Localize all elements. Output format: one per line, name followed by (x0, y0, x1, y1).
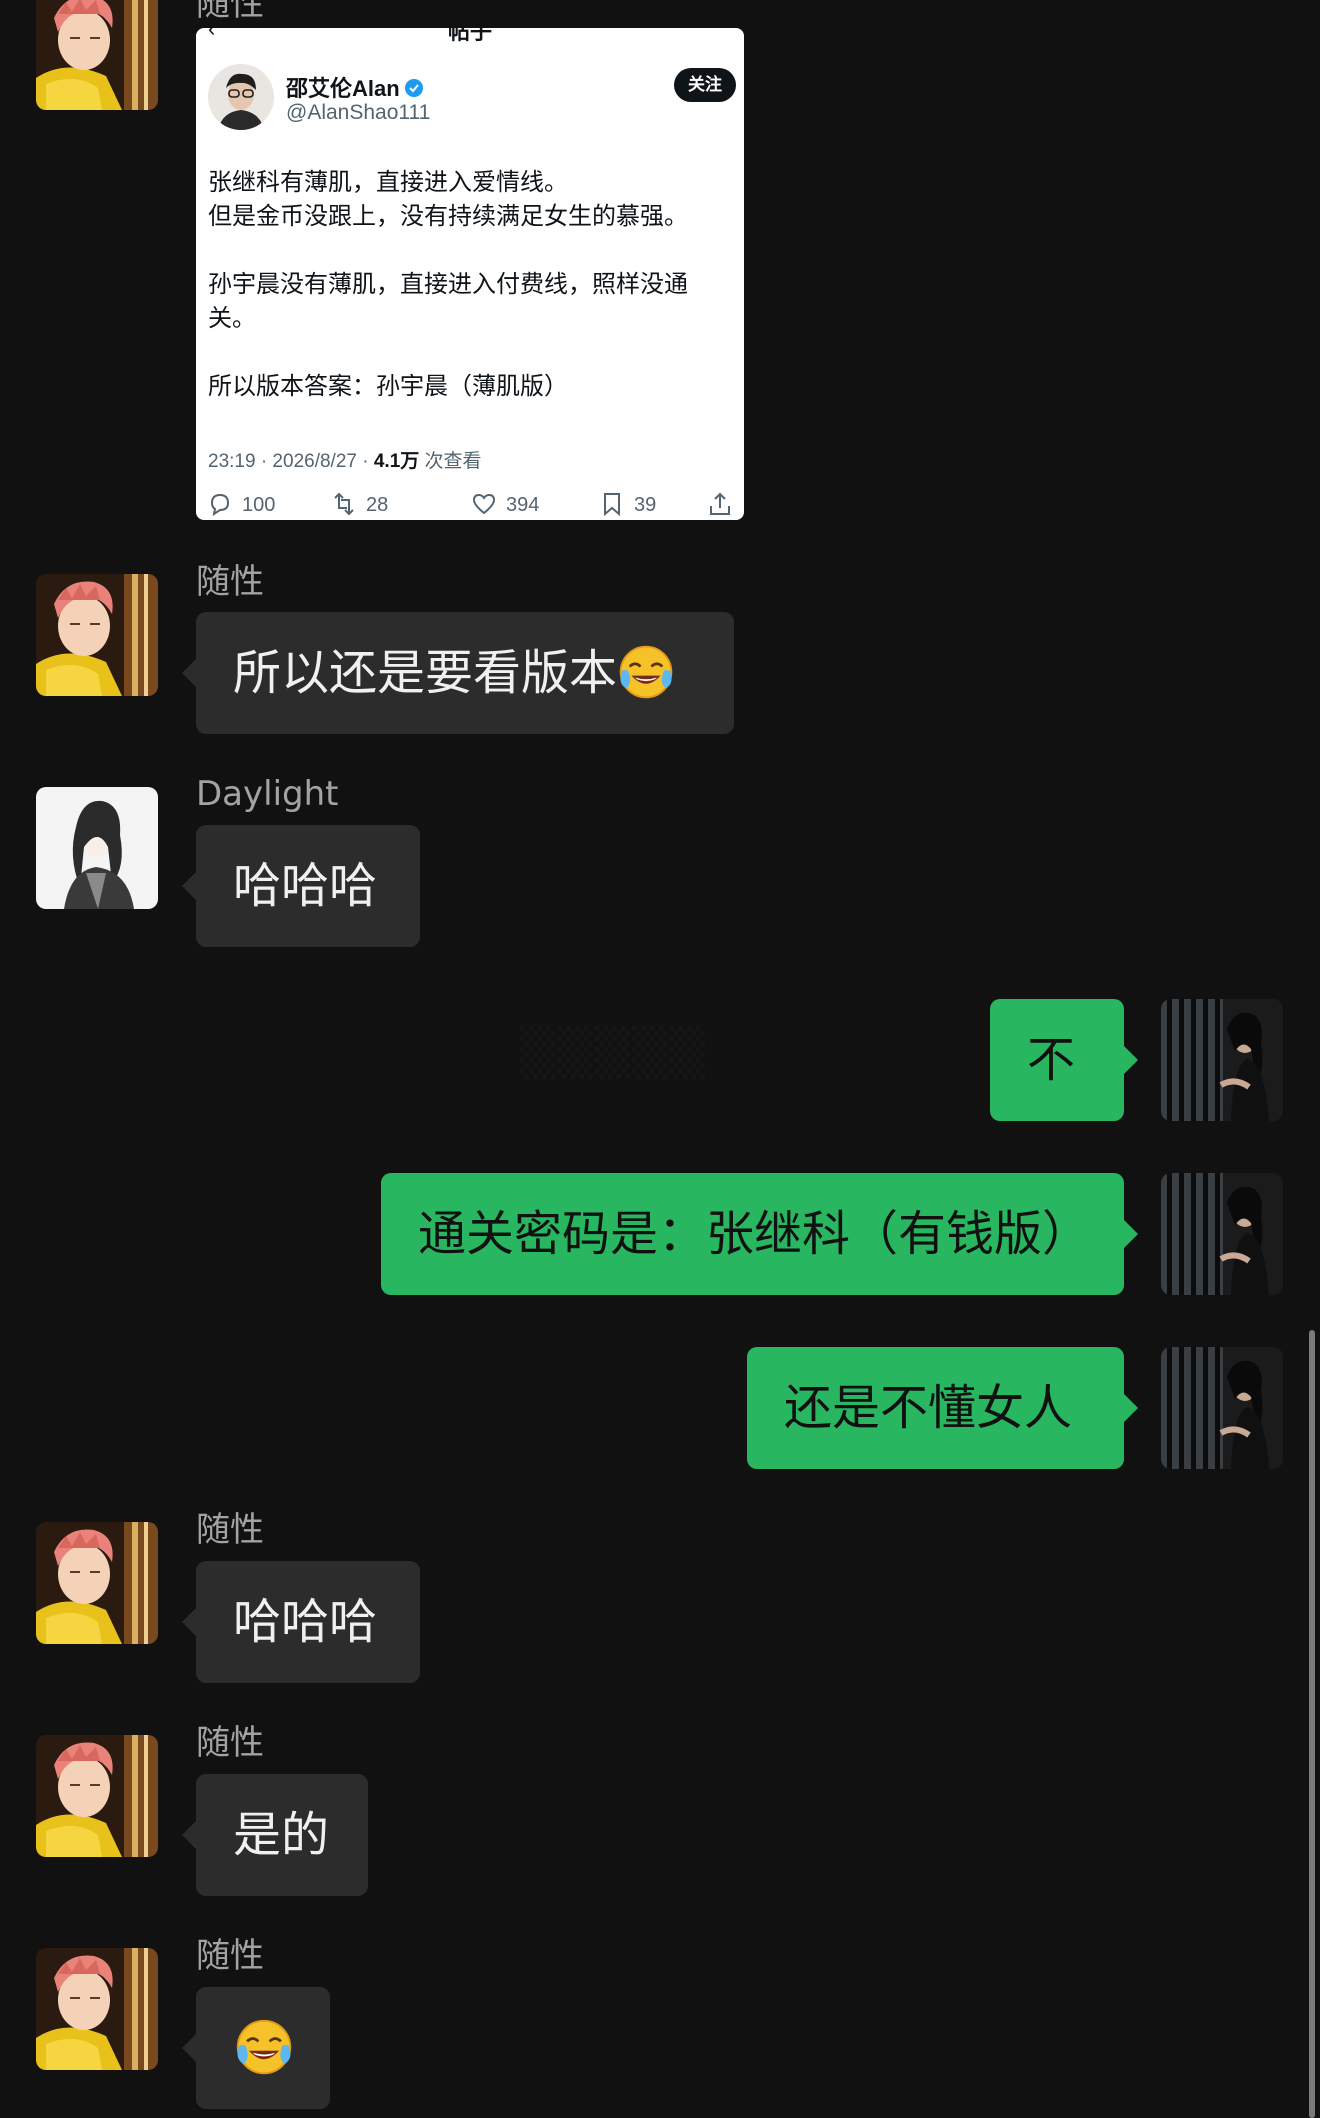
more-icon: ··· (706, 28, 730, 36)
tweet-card[interactable]: ‹ 帖子 ··· 邵艾伦Alan @AlanShao111 关注 张继科有薄肌，… (196, 28, 744, 520)
avatar-suixing[interactable] (36, 574, 158, 696)
scrollbar[interactable] (1309, 1330, 1315, 2118)
avatar-image (1161, 1173, 1283, 1295)
sender-name: 随性 (196, 1936, 264, 1976)
message-text: 哈哈哈 (233, 858, 378, 914)
tweet-author-avatar (208, 64, 274, 130)
avatar-suixing[interactable] (36, 1522, 158, 1644)
tweet-page-title: 帖子 (447, 28, 492, 44)
message-bubble-outgoing[interactable]: 不 (990, 999, 1138, 1121)
watermark: ▒▒▒▒▒ (520, 1025, 707, 1079)
sender-name: 随性 (196, 562, 264, 602)
avatar-self[interactable] (1161, 999, 1283, 1121)
sender-name: 随性 (196, 1723, 264, 1763)
tweet-author-name-text: 邵艾伦Alan (286, 76, 400, 101)
avatar-image (36, 0, 158, 110)
avatar-self[interactable] (1161, 1347, 1283, 1469)
share-action[interactable] (706, 490, 742, 520)
tweet-meta: 23:19 · 2026/8/27 · 4.1万 次查看 (208, 446, 482, 473)
avatar-image (1161, 999, 1283, 1121)
message-text: 通关密码是：张继科（有钱版） (418, 1206, 1091, 1262)
message-bubble[interactable]: 是的 (182, 1774, 368, 1896)
tweet-line: 孙宇晨没有薄肌，直接进入付费线，照样没通 (208, 271, 688, 298)
reply-action[interactable]: 100 (206, 490, 275, 520)
avatar-image (36, 1948, 158, 2070)
message-text: 还是不懂女人 (784, 1380, 1073, 1436)
like-action[interactable]: 394 (470, 490, 539, 520)
retweet-action[interactable]: 28 (330, 490, 388, 520)
tweet-time: 23:19 · 2026/8/27 · (208, 451, 374, 472)
reply-icon (210, 493, 230, 516)
sender-name: 随性 (196, 0, 264, 24)
tweet-actions: 100 28 394 39 (206, 490, 736, 520)
bookmark-action[interactable]: 39 (598, 490, 656, 520)
avatar-suixing[interactable] (36, 1948, 158, 2070)
tweet-line: 关。 (208, 305, 256, 332)
message-bubble[interactable]: 哈哈哈 (182, 1561, 420, 1683)
tweet-line: 所以版本答案：孙宇晨（薄肌版） (208, 373, 568, 400)
message-bubble-outgoing[interactable]: 还是不懂女人 (747, 1347, 1138, 1469)
avatar-image (1161, 1347, 1283, 1469)
reply-count: 100 (242, 494, 276, 516)
tweet-views-label: 次查看 (419, 451, 482, 472)
bookmark-icon (604, 492, 620, 516)
follow-button[interactable]: 关注 (674, 68, 736, 102)
heart-icon (472, 493, 496, 514)
message-text: 不 (1027, 1032, 1076, 1088)
message-text: 哈哈哈 (233, 1594, 378, 1650)
tweet-body: 张继科有薄肌，直接进入爱情线。 但是金币没跟上，没有持续满足女生的慕强。 孙宇晨… (208, 166, 728, 404)
tweet-author-name: 邵艾伦Alan (286, 71, 424, 103)
avatar-image (36, 787, 158, 909)
tweet-line: 但是金币没跟上，没有持续满足女生的慕强。 (208, 203, 688, 230)
avatar-image (36, 1522, 158, 1644)
crying-laughing-emoji-icon (234, 2017, 294, 2077)
sender-name: 随性 (196, 1510, 264, 1550)
verified-badge-icon (404, 78, 424, 98)
message-bubble[interactable]: 所以还是要看版本 (182, 612, 734, 734)
retweet-count: 28 (366, 494, 389, 516)
tweet-views-count: 4.1万 (373, 451, 420, 472)
share-icon (710, 492, 730, 515)
avatar-self[interactable] (1161, 1173, 1283, 1295)
avatar-suixing[interactable] (36, 1735, 158, 1857)
avatar-image (36, 1735, 158, 1857)
retweet-icon (334, 492, 354, 516)
tweet-author-handle: @AlanShao111 (286, 101, 431, 124)
avatar-daylight[interactable] (36, 787, 158, 909)
message-bubble[interactable] (182, 1987, 330, 2109)
crying-laughing-emoji-icon (617, 643, 675, 701)
avatar-suixing[interactable] (36, 0, 158, 110)
message-bubble-outgoing[interactable]: 通关密码是：张继科（有钱版） (381, 1173, 1138, 1295)
like-count: 394 (506, 494, 540, 516)
message-text: 是的 (233, 1807, 330, 1863)
bookmark-count: 39 (634, 494, 657, 516)
avatar-image (36, 574, 158, 696)
sender-name: Daylight (196, 774, 339, 814)
message-bubble[interactable]: 哈哈哈 (182, 825, 420, 947)
tweet-line: 张继科有薄肌，直接进入爱情线。 (208, 169, 568, 196)
message-text: 所以还是要看版本 (233, 645, 618, 701)
